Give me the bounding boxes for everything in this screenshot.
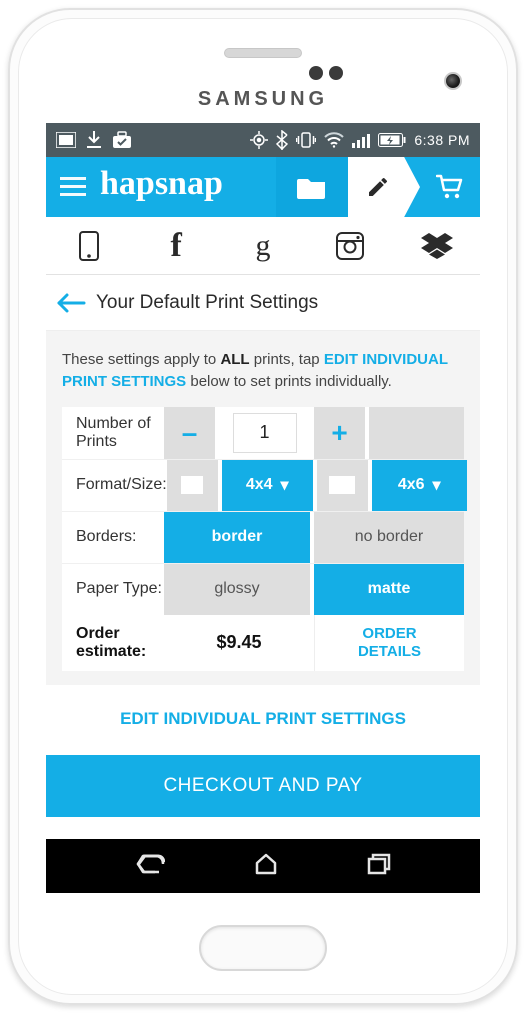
- nav-home-icon: [254, 853, 278, 875]
- matte-option[interactable]: matte: [314, 564, 464, 615]
- source-instagram[interactable]: [306, 217, 393, 274]
- minus-icon: –: [182, 417, 198, 449]
- square-swatch-icon: [181, 476, 203, 494]
- menu-button[interactable]: [46, 157, 100, 217]
- source-facebook[interactable]: f: [133, 217, 220, 274]
- device-speaker: [224, 48, 302, 58]
- signal-icon: [352, 132, 370, 148]
- wifi-icon: [324, 132, 344, 148]
- phone-icon: [79, 231, 99, 261]
- facebook-icon: f: [171, 227, 182, 265]
- format-4x6-option[interactable]: 4x6▾: [372, 460, 467, 511]
- app-header: hapsnap: [46, 157, 480, 217]
- border-option[interactable]: border: [164, 512, 314, 563]
- hamburger-icon: [60, 177, 86, 197]
- plus-icon: +: [331, 417, 347, 449]
- device-brand: SAMSUNG: [18, 88, 508, 111]
- statusbar: 6:38 PM: [46, 123, 480, 157]
- rect-swatch-icon: [329, 476, 355, 494]
- chevron-down-icon: ▾: [281, 475, 289, 495]
- folder-icon: [297, 175, 327, 199]
- folder-tab[interactable]: [276, 157, 348, 217]
- order-estimate-label: Order estimate:: [62, 615, 164, 671]
- cart-icon: [436, 174, 464, 200]
- quantity-input[interactable]: 1: [233, 413, 297, 453]
- qty-row-filler: [369, 407, 464, 459]
- chevron-down-icon: ▾: [433, 475, 441, 495]
- nav-back-icon: [135, 853, 165, 875]
- format-4x6-swatch[interactable]: [317, 460, 372, 511]
- glossy-option[interactable]: glossy: [164, 564, 314, 615]
- cart-button[interactable]: [420, 157, 480, 217]
- nav-recent-icon: [367, 853, 391, 875]
- instagram-icon: [336, 232, 364, 260]
- nav-recent-button[interactable]: [367, 853, 391, 880]
- decrease-qty-button[interactable]: –: [164, 407, 219, 459]
- source-dropbox[interactable]: [393, 217, 480, 274]
- quantity-value-cell: 1: [219, 407, 314, 459]
- order-estimate-price: $9.45: [164, 615, 314, 671]
- pencil-icon: [366, 175, 390, 199]
- battery-icon: [378, 133, 406, 147]
- format-size-label: Format/Size:: [62, 460, 167, 511]
- back-button[interactable]: [56, 292, 86, 314]
- no-border-option[interactable]: no border: [314, 512, 464, 563]
- phone-frame: SAMSUNG: [8, 8, 518, 1005]
- nav-home-button[interactable]: [254, 853, 278, 880]
- source-google[interactable]: g: [220, 217, 307, 274]
- panel-intro: These settings apply to ALL prints, tap …: [62, 349, 464, 393]
- settings-panel: These settings apply to ALL prints, tap …: [46, 331, 480, 685]
- screen-icon: [56, 132, 76, 148]
- format-4x4-option[interactable]: 4x4▾: [222, 460, 317, 511]
- source-device[interactable]: [46, 217, 133, 274]
- number-of-prints-label: Number of Prints: [62, 407, 164, 459]
- borders-label: Borders:: [62, 512, 164, 563]
- format-4x4-swatch[interactable]: [167, 460, 222, 511]
- device-screen: 6:38 PM hapsnap: [46, 123, 480, 893]
- vibrate-icon: [296, 132, 316, 148]
- bluetooth-icon: [276, 130, 288, 150]
- dropbox-icon: [421, 233, 453, 259]
- paper-type-label: Paper Type:: [62, 564, 164, 615]
- device-sensors: [309, 66, 343, 80]
- page-title: Your Default Print Settings: [96, 292, 318, 314]
- increase-qty-button[interactable]: +: [314, 407, 369, 459]
- edit-individual-print-settings-link[interactable]: EDIT INDIVIDUAL PRINT SETTINGS: [46, 685, 480, 755]
- google-icon: g: [255, 229, 270, 263]
- app-logo: hapsnap: [100, 165, 223, 203]
- checkout-and-pay-button[interactable]: CHECKOUT AND PAY: [46, 755, 480, 817]
- download-icon: [86, 131, 102, 149]
- arrow-left-icon: [56, 292, 86, 314]
- settings-table: Number of Prints – 1 + Format/Size: 4x4▾…: [62, 407, 464, 671]
- page-title-row: Your Default Print Settings: [46, 275, 480, 331]
- location-icon: [250, 131, 268, 149]
- order-details-button[interactable]: ORDERDETAILS: [314, 615, 464, 671]
- statusbar-time: 6:38 PM: [414, 132, 470, 148]
- device-home-button[interactable]: [199, 925, 327, 971]
- source-tabs: f g: [46, 217, 480, 275]
- briefcase-check-icon: [112, 131, 132, 149]
- android-navbar: [46, 839, 480, 893]
- nav-back-button[interactable]: [135, 853, 165, 880]
- edit-tab[interactable]: [348, 157, 420, 217]
